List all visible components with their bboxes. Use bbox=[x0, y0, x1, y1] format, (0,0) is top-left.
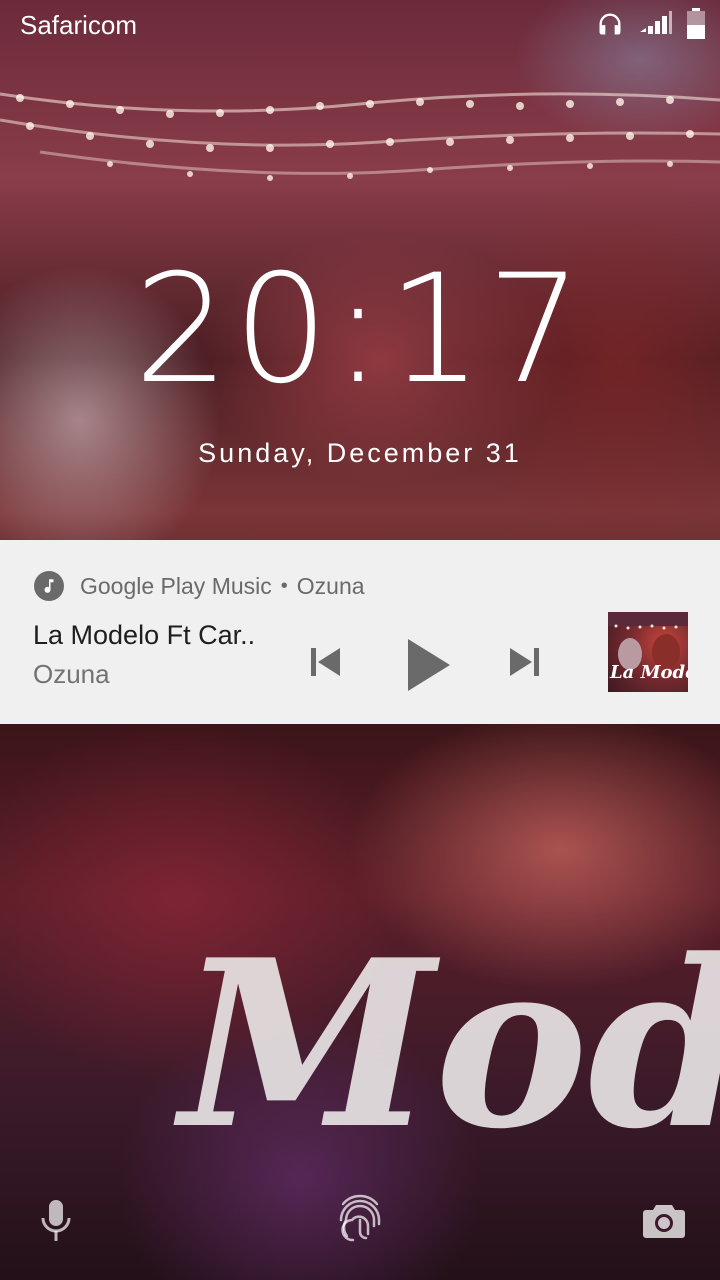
svg-text:Mode: Mode bbox=[173, 910, 720, 1180]
string-lights-decoration bbox=[0, 92, 720, 181]
next-icon bbox=[507, 644, 543, 685]
camera-icon bbox=[642, 1201, 686, 1244]
track-title: La Modelo Ft Car.. bbox=[33, 620, 256, 650]
previous-button[interactable] bbox=[300, 640, 350, 688]
play-button[interactable] bbox=[396, 635, 460, 699]
status-bar[interactable]: Safaricom bbox=[0, 0, 720, 50]
header-separator: • bbox=[280, 574, 288, 597]
previous-icon bbox=[307, 644, 343, 685]
lockscreen-clock: 20:17 bbox=[133, 243, 587, 417]
media-notification[interactable]: Google Play Music • Ozuna La Modelo Ft C… bbox=[0, 540, 720, 724]
fingerprint-icon bbox=[335, 1190, 385, 1251]
fingerprint-unlock[interactable] bbox=[332, 1190, 388, 1250]
signal-icon bbox=[638, 10, 672, 38]
app-name: Google Play Music bbox=[80, 572, 272, 599]
mic-icon bbox=[38, 1198, 74, 1249]
play-icon bbox=[404, 637, 452, 698]
track-artist: Ozuna bbox=[33, 659, 110, 689]
album-art-title: La Modelo bbox=[610, 662, 688, 683]
notification-header: Google Play Music • Ozuna bbox=[34, 570, 365, 602]
battery-icon bbox=[686, 8, 706, 40]
next-button[interactable] bbox=[500, 640, 550, 688]
music-note-icon bbox=[34, 571, 64, 601]
voice-assist-button[interactable] bbox=[34, 1198, 78, 1248]
header-artist: Ozuna bbox=[296, 572, 365, 599]
status-icons bbox=[596, 8, 706, 40]
album-art: La Modelo bbox=[608, 612, 688, 692]
wallpaper-script-word: Mode bbox=[173, 910, 720, 1180]
headphones-icon bbox=[596, 10, 624, 38]
lockscreen-date: Sunday, December 31 bbox=[198, 438, 522, 468]
camera-shortcut[interactable] bbox=[640, 1200, 688, 1244]
carrier-name: Safaricom bbox=[20, 10, 138, 40]
